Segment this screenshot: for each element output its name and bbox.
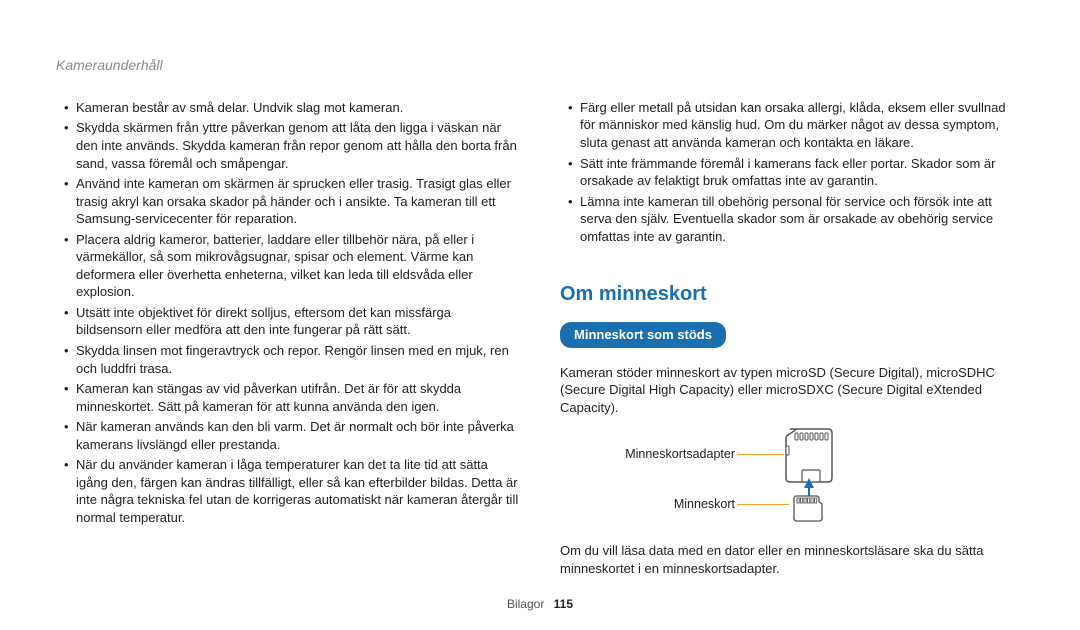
document-page: Kameraunderhåll Kameran består av små de…	[0, 0, 1080, 630]
list-item: När kameran används kan den bli varm. De…	[64, 418, 520, 453]
outro-paragraph: Om du vill läsa data med en dator eller …	[560, 542, 1024, 577]
callout-line	[737, 454, 784, 455]
list-item: Färg eller metall på utsidan kan orsaka …	[568, 99, 1024, 152]
breadcrumb: Kameraunderhåll	[56, 56, 1024, 75]
list-item: När du använder kameran i låga temperatu…	[64, 456, 520, 526]
bullet-list: Kameran består av små delar. Undvik slag…	[64, 99, 520, 527]
list-item: Sätt inte främmande föremål i kamerans f…	[568, 155, 1024, 190]
section-heading: Om minneskort	[560, 281, 1024, 308]
intro-paragraph: Kameran stöder minneskort av typen micro…	[560, 364, 1024, 417]
callout-line	[737, 504, 789, 505]
arrow-up-icon	[804, 478, 814, 488]
list-item: Använd inte kameran om skärmen är spruck…	[64, 175, 520, 228]
sd-adapter-icon	[784, 428, 834, 483]
label-card: Minneskort	[560, 496, 735, 513]
subsection-pill: Minneskort som stöds	[560, 322, 726, 348]
memory-card-diagram: Minneskortsadapter	[560, 426, 1024, 536]
list-item: Skydda linsen mot fingeravtryck och repo…	[64, 342, 520, 377]
two-column-layout: Kameran består av små delar. Undvik slag…	[56, 99, 1024, 588]
list-item: Utsätt inte objektivet för direkt sollju…	[64, 304, 520, 339]
label-adapter: Minneskortsadapter	[560, 446, 735, 463]
list-item: Skydda skärmen från yttre påverkan genom…	[64, 119, 520, 172]
page-footer: Bilagor 115	[0, 596, 1080, 612]
left-column: Kameran består av små delar. Undvik slag…	[56, 99, 520, 588]
right-column: Färg eller metall på utsidan kan orsaka …	[560, 99, 1024, 588]
page-number: 115	[554, 597, 573, 611]
list-item: Kameran består av små delar. Undvik slag…	[64, 99, 520, 117]
list-item: Lämna inte kameran till obehörig persona…	[568, 193, 1024, 246]
bullet-list: Färg eller metall på utsidan kan orsaka …	[568, 99, 1024, 245]
list-item: Placera aldrig kameror, batterier, ladda…	[64, 231, 520, 301]
list-item: Kameran kan stängas av vid påverkan utif…	[64, 380, 520, 415]
footer-section: Bilagor	[507, 597, 544, 611]
microsd-icon	[792, 494, 824, 522]
